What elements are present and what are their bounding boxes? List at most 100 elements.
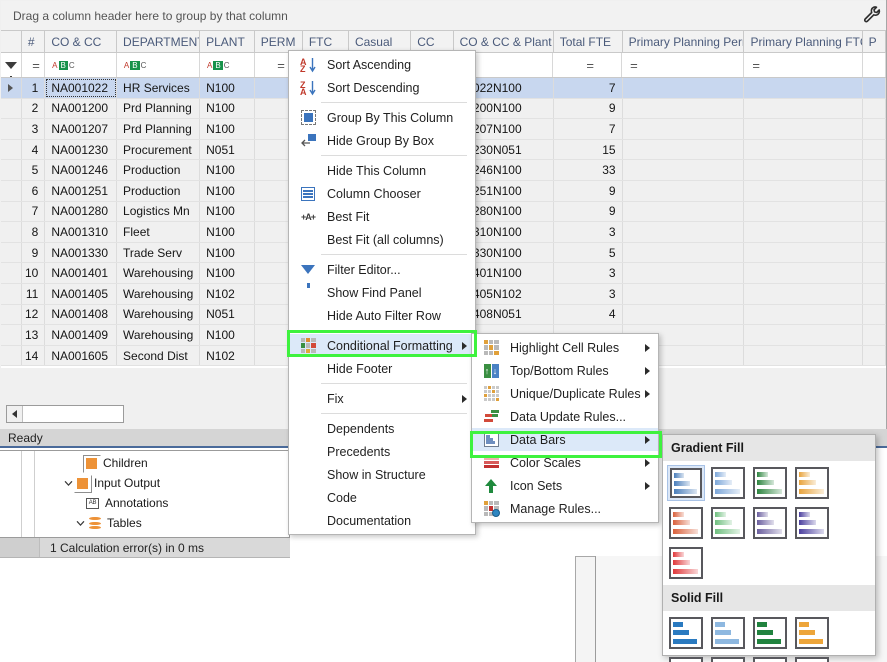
filter-total-fte[interactable]: = [553, 53, 622, 77]
cell-plant[interactable]: N051 [200, 140, 255, 160]
gallery-item-red-orange-solid[interactable] [667, 655, 705, 662]
cell-primary_planning_ftc[interactable] [744, 284, 862, 304]
cell-co_cc[interactable]: NA001207 [45, 119, 117, 139]
cell-primary_planning_perm[interactable] [623, 305, 745, 325]
cell-co_cc[interactable]: NA001022 [45, 78, 117, 98]
cell-total_fte[interactable]: 3 [554, 284, 623, 304]
cell-total_fte[interactable]: 9 [554, 99, 623, 119]
cell-primary_trailing[interactable] [863, 346, 886, 366]
scroll-left-button[interactable] [7, 406, 23, 422]
gallery-item-blue-gradient[interactable] [667, 465, 705, 501]
cell-co_cc[interactable]: NA001280 [45, 202, 117, 222]
menu-item-show-find-panel[interactable]: Show Find Panel [289, 281, 475, 304]
cell-primary_planning_perm[interactable] [623, 284, 745, 304]
cell-total_fte[interactable]: 4 [554, 305, 623, 325]
menu-item-sort-descending[interactable]: ZASort Descending [289, 76, 475, 99]
cell-primary_trailing[interactable] [863, 99, 886, 119]
conditional-formatting-submenu[interactable]: Highlight Cell Rules↑↓Top/Bottom RulesUn… [471, 333, 659, 523]
menu-item-filter-editor[interactable]: Filter Editor... [289, 258, 475, 281]
cell-co_cc[interactable]: NA001200 [45, 99, 117, 119]
cell-total_fte[interactable]: 3 [554, 263, 623, 283]
cell-co_cc[interactable]: NA001330 [45, 243, 117, 263]
filter-co-cc[interactable]: ABC [45, 53, 117, 77]
menu-item-conditional-formatting[interactable]: Conditional Formatting [289, 334, 475, 357]
menu-item-hide-this-column[interactable]: Hide This Column [289, 159, 475, 182]
gallery-item-green-gradient[interactable] [751, 465, 789, 501]
cell-total_fte[interactable]: 7 [554, 78, 623, 98]
cell-total_fte[interactable]: 5 [554, 243, 623, 263]
filter-department[interactable]: ABC [117, 53, 200, 77]
cell-primary_planning_ftc[interactable] [744, 202, 862, 222]
filter-primary-trailing[interactable] [863, 53, 886, 77]
cell-primary_trailing[interactable] [863, 263, 886, 283]
cell-co_cc[interactable]: NA001409 [45, 325, 117, 345]
cell-department[interactable]: Second Dist [117, 346, 200, 366]
gallery-item-magenta-solid[interactable] [793, 655, 831, 662]
cell-primary_planning_ftc[interactable] [744, 243, 862, 263]
cell-plant[interactable]: N100 [200, 119, 255, 139]
cell-department[interactable]: Prd Planning [117, 99, 200, 119]
data-bars-gallery[interactable]: Gradient Fill Solid Fill [662, 434, 876, 656]
cell-primary_planning_perm[interactable] [623, 202, 745, 222]
cell-co_cc[interactable]: NA001405 [45, 284, 117, 304]
cell-total_fte[interactable]: 9 [554, 202, 623, 222]
filter-primary-planning-perm[interactable]: = [622, 53, 744, 77]
column-header-department[interactable]: DEPARTMENT [117, 31, 200, 52]
cell-primary_planning_perm[interactable] [623, 78, 745, 98]
cell-department[interactable]: Procurement [117, 140, 200, 160]
cell-plant[interactable]: N100 [200, 222, 255, 242]
menu-item-column-chooser[interactable]: Column Chooser [289, 182, 475, 205]
tree-item-children[interactable]: Children [86, 453, 148, 473]
menu-item-best-fit-all-columns[interactable]: Best Fit (all columns) [289, 228, 475, 251]
menu-item-data-update-rules[interactable]: Data Update Rules... [472, 405, 658, 428]
cell-primary_trailing[interactable] [863, 243, 886, 263]
cell-primary_trailing[interactable] [863, 119, 886, 139]
filter-plant[interactable]: ABC [200, 53, 255, 77]
menu-item-code[interactable]: Code [289, 486, 475, 509]
tree-item-annotations[interactable]: AB Annotations [86, 493, 168, 513]
cell-co_cc[interactable]: NA001310 [45, 222, 117, 242]
cell-primary_planning_perm[interactable] [623, 181, 745, 201]
cell-plant[interactable]: N100 [200, 243, 255, 263]
tree-item-tables[interactable]: Tables [74, 513, 142, 533]
column-header-perm[interactable]: PERM [255, 31, 303, 52]
cell-department[interactable]: Production [117, 181, 200, 201]
cell-co_cc[interactable]: NA001401 [45, 263, 117, 283]
column-header-casual[interactable]: Casual [349, 31, 411, 52]
cell-department[interactable]: Trade Serv [117, 243, 200, 263]
cell-department[interactable]: Warehousing [117, 305, 200, 325]
gallery-item-red-gradient[interactable] [667, 545, 705, 581]
cell-primary_trailing[interactable] [863, 78, 886, 98]
column-header-co-cc[interactable]: CO & CC [45, 31, 117, 52]
cell-primary_trailing[interactable] [863, 284, 886, 304]
cell-num[interactable]: 7 [22, 202, 45, 222]
cell-primary_trailing[interactable] [863, 325, 886, 345]
filter-funnel-icon[interactable] [1, 53, 22, 77]
cell-plant[interactable]: N100 [200, 263, 255, 283]
gallery-item-light-green-gradient[interactable] [709, 505, 747, 541]
cell-primary_planning_ftc[interactable] [744, 305, 862, 325]
cell-department[interactable]: Fleet [117, 222, 200, 242]
cell-primary_planning_perm[interactable] [623, 99, 745, 119]
filter-primary-planning-ftc[interactable]: = [744, 53, 862, 77]
cell-primary_planning_ftc[interactable] [744, 222, 862, 242]
gallery-item-green-solid[interactable] [751, 615, 789, 651]
cell-primary_planning_perm[interactable] [623, 222, 745, 242]
cell-num[interactable]: 10 [22, 263, 45, 283]
menu-item-hide-footer[interactable]: Hide Footer [289, 357, 475, 380]
cell-primary_planning_ftc[interactable] [744, 325, 862, 345]
cell-total_fte[interactable]: 3 [554, 222, 623, 242]
cell-total_fte[interactable]: 9 [554, 181, 623, 201]
gallery-item-orange-gradient[interactable] [793, 465, 831, 501]
menu-item-color-scales[interactable]: Color Scales [472, 451, 658, 474]
cell-num[interactable]: 2 [22, 99, 45, 119]
tree-item-input-output[interactable]: Input Output [62, 473, 160, 493]
gallery-item-purple-gradient[interactable] [751, 505, 789, 541]
menu-item-data-bars[interactable]: Data Bars [472, 428, 658, 451]
cell-num[interactable]: 12 [22, 305, 45, 325]
cell-primary_planning_ftc[interactable] [744, 160, 862, 180]
column-header-primary-planning-ftc[interactable]: Primary Planning FTC [744, 31, 862, 52]
cell-primary_planning_perm[interactable] [623, 140, 745, 160]
menu-item-hide-auto-filter-row[interactable]: Hide Auto Filter Row [289, 304, 475, 327]
cell-co_cc[interactable]: NA001251 [45, 181, 117, 201]
